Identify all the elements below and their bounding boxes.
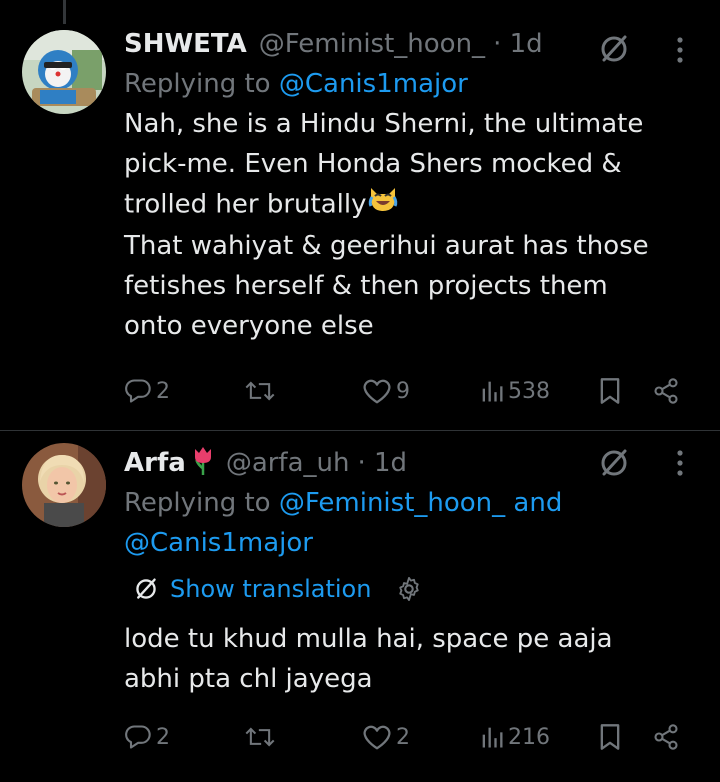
reply-icon bbox=[125, 379, 151, 403]
post-text-part2: That wahiyat & geerihui aurat has those … bbox=[124, 231, 649, 341]
heart-icon bbox=[363, 725, 391, 750]
share-icon bbox=[654, 724, 678, 750]
like-count: 9 bbox=[396, 378, 410, 404]
analytics-icon bbox=[482, 381, 503, 402]
tulip-icon bbox=[192, 446, 214, 480]
bookmark-icon bbox=[600, 378, 620, 404]
repost-button[interactable] bbox=[244, 717, 280, 757]
replying-to-label: Replying to bbox=[124, 488, 271, 518]
post-text: lode tu khud mulla hai, space pe aaja ab… bbox=[124, 624, 613, 694]
post-time[interactable]: · 1d bbox=[357, 448, 407, 478]
avatar[interactable] bbox=[22, 443, 106, 527]
reply-icon bbox=[125, 725, 151, 749]
reply-post[interactable]: Arfa @arfa_uh · 1d Replying to @Feminist… bbox=[0, 431, 720, 782]
post-text: Nah, she is a Hindu Sherni, the ultimate… bbox=[124, 104, 706, 346]
show-translation-link[interactable]: Show translation bbox=[170, 575, 371, 603]
views-button[interactable]: 538 bbox=[480, 371, 550, 411]
mention-conjunction[interactable]: and bbox=[513, 488, 562, 518]
share-button[interactable] bbox=[652, 371, 680, 411]
laughing-crying-cat-icon bbox=[367, 184, 399, 226]
replying-to-line: Replying to @Canis1major bbox=[124, 64, 706, 104]
view-count: 538 bbox=[508, 378, 550, 404]
reply-button[interactable]: 2 bbox=[124, 717, 170, 757]
reply-count: 2 bbox=[156, 378, 170, 404]
more-options-icon[interactable] bbox=[672, 30, 688, 70]
reply-count: 2 bbox=[156, 724, 170, 750]
bookmark-button[interactable] bbox=[598, 717, 622, 757]
like-button[interactable]: 2 bbox=[362, 717, 410, 757]
grok-translate-icon[interactable] bbox=[596, 31, 632, 67]
display-name[interactable]: Arfa bbox=[124, 448, 186, 478]
views-button[interactable]: 216 bbox=[480, 717, 550, 757]
user-handle[interactable]: @Feminist_hoon_ bbox=[259, 29, 485, 59]
bookmark-button[interactable] bbox=[598, 371, 622, 411]
share-icon bbox=[654, 378, 678, 404]
user-handle[interactable]: @arfa_uh bbox=[226, 448, 350, 478]
mention-link[interactable]: @Canis1major bbox=[279, 69, 468, 99]
reply-button[interactable]: 2 bbox=[124, 371, 170, 411]
mention-link[interactable]: @Canis1major bbox=[124, 528, 313, 558]
mention-link[interactable]: @Feminist_hoon_ bbox=[279, 488, 505, 518]
action-bar: 2 2 216 bbox=[124, 717, 690, 757]
action-bar: 2 9 538 bbox=[124, 371, 690, 411]
like-count: 2 bbox=[396, 724, 410, 750]
heart-icon bbox=[363, 379, 391, 404]
grok-icon bbox=[136, 578, 156, 599]
gear-icon bbox=[399, 576, 420, 602]
show-translation-row: Show translation bbox=[132, 569, 706, 609]
analytics-icon bbox=[482, 727, 503, 748]
post-time[interactable]: · 1d bbox=[493, 29, 543, 59]
avatar[interactable] bbox=[22, 30, 106, 114]
repost-button[interactable] bbox=[244, 371, 280, 411]
reply-post[interactable]: SHWETA @Feminist_hoon_ · 1d Replying to … bbox=[0, 0, 720, 430]
grok-translate-icon[interactable] bbox=[596, 445, 632, 481]
repost-icon bbox=[245, 381, 275, 401]
replying-to-line: Replying to @Feminist_hoon_ and @Canis1m… bbox=[124, 483, 706, 563]
bookmark-icon bbox=[600, 724, 620, 750]
view-count: 216 bbox=[508, 724, 550, 750]
share-button[interactable] bbox=[652, 717, 680, 757]
more-options-icon[interactable] bbox=[672, 443, 688, 483]
repost-icon bbox=[245, 727, 275, 747]
like-button[interactable]: 9 bbox=[362, 371, 410, 411]
replying-to-label: Replying to bbox=[124, 69, 271, 99]
display-name[interactable]: SHWETA bbox=[124, 29, 247, 59]
